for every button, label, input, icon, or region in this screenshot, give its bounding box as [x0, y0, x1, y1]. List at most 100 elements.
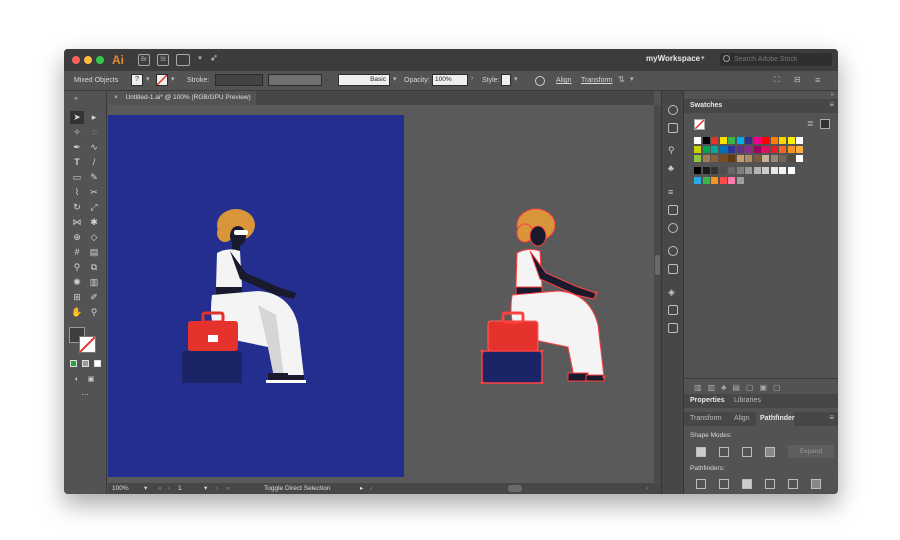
- lasso-tool-icon[interactable]: ◌: [87, 126, 101, 139]
- color-swatch[interactable]: [711, 146, 718, 153]
- color-swatch[interactable]: [711, 177, 718, 184]
- expand-button[interactable]: Expand: [788, 445, 834, 458]
- color-swatch[interactable]: [745, 167, 752, 174]
- swatches-menu-icon[interactable]: ≡: [829, 100, 834, 109]
- gradient-panel-icon[interactable]: [668, 205, 678, 215]
- color-swatch[interactable]: [719, 167, 727, 174]
- properties-tab[interactable]: Properties: [690, 397, 725, 404]
- color-swatch[interactable]: [694, 167, 701, 174]
- usb-links-icon[interactable]: ⚲: [668, 145, 678, 155]
- graphic-styles-icon[interactable]: [668, 264, 678, 274]
- stroke-panel-icon[interactable]: ≡: [668, 187, 678, 197]
- magic-wand-tool-icon[interactable]: ✧: [70, 126, 84, 139]
- first-artboard-icon[interactable]: «: [158, 483, 162, 494]
- layers-icon[interactable]: ◈: [668, 287, 678, 297]
- graphic-style-swatch[interactable]: [501, 74, 511, 86]
- libraries-tab[interactable]: Libraries: [734, 397, 761, 404]
- color-swatch[interactable]: [770, 146, 778, 153]
- color-swatch[interactable]: [787, 155, 795, 162]
- gradient-mode-icon[interactable]: [82, 360, 89, 367]
- color-swatch[interactable]: [719, 146, 727, 153]
- color-swatch[interactable]: [736, 137, 744, 144]
- draw-mode-icon[interactable]: ◐: [70, 373, 84, 386]
- transform-link[interactable]: Transform: [581, 77, 613, 84]
- artboard[interactable]: [108, 115, 404, 477]
- color-swatch[interactable]: [728, 146, 735, 153]
- brush-chevron-icon[interactable]: ▾: [393, 75, 397, 83]
- color-swatch[interactable]: [753, 167, 761, 174]
- color-swatch[interactable]: [736, 146, 744, 153]
- vertical-scrollbar[interactable]: [654, 105, 661, 483]
- swatches-tab[interactable]: Swatches: [690, 102, 722, 109]
- swatch-fill-indicator[interactable]: [694, 119, 705, 130]
- eyedropper-tool-icon[interactable]: ⚲: [70, 261, 84, 274]
- artboard-number-field[interactable]: 1: [178, 483, 182, 494]
- appearance-icon[interactable]: [668, 246, 678, 256]
- workspace-switcher[interactable]: myWorkspace: [646, 54, 700, 63]
- selection-tool-icon[interactable]: ➤: [70, 111, 84, 124]
- crop-icon[interactable]: [765, 479, 775, 489]
- color-swatch[interactable]: [702, 177, 710, 184]
- color-swatch[interactable]: [745, 137, 752, 144]
- color-swatch[interactable]: [787, 167, 795, 174]
- color-swatch[interactable]: [736, 167, 744, 174]
- color-swatch[interactable]: [770, 137, 778, 144]
- shape-builder-tool-icon[interactable]: ⊕: [70, 231, 84, 244]
- artboards-icon[interactable]: [668, 323, 678, 333]
- export-icon[interactable]: [668, 305, 678, 315]
- shaper-tool-icon[interactable]: ⌇: [70, 186, 84, 199]
- color-swatch[interactable]: [711, 137, 718, 144]
- variable-width-profile[interactable]: [268, 74, 322, 86]
- zoom-window-button[interactable]: [96, 56, 104, 64]
- rotate-tool-icon[interactable]: ↻: [70, 201, 84, 214]
- color-swatch[interactable]: [728, 167, 735, 174]
- minus-back-icon[interactable]: [811, 479, 821, 489]
- color-swatch[interactable]: [745, 146, 752, 153]
- color-swatch[interactable]: [787, 146, 795, 153]
- column-graph-tool-icon[interactable]: ▥: [87, 276, 101, 289]
- arrange-chevron-icon[interactable]: ▾: [630, 75, 634, 83]
- stroke-weight-field[interactable]: [215, 74, 263, 86]
- symbols-icon[interactable]: ♣: [668, 163, 678, 173]
- divide-icon[interactable]: [696, 479, 706, 489]
- unite-icon[interactable]: [696, 447, 706, 457]
- stroke-chevron-icon[interactable]: ▾: [171, 75, 175, 83]
- stroke-swatch[interactable]: [79, 336, 96, 353]
- adobe-stock-search[interactable]: Search Adobe Stock: [720, 53, 832, 66]
- align-subtab[interactable]: Align: [734, 415, 750, 422]
- color-swatch[interactable]: [736, 177, 744, 184]
- hand-tool-icon[interactable]: ✋: [70, 306, 84, 319]
- color-swatch[interactable]: [736, 155, 744, 162]
- last-artboard-icon[interactable]: »: [226, 483, 230, 494]
- exclude-icon[interactable]: [765, 447, 775, 457]
- color-swatch[interactable]: [694, 146, 701, 153]
- color-swatch[interactable]: [796, 155, 803, 162]
- recolor-artwork-icon[interactable]: [535, 76, 545, 86]
- opacity-field[interactable]: 100%: [432, 74, 468, 86]
- next-artboard-icon[interactable]: ›: [216, 483, 218, 494]
- none-mode-icon[interactable]: [94, 360, 101, 367]
- color-swatch[interactable]: [787, 137, 795, 144]
- arrange-icon[interactable]: ⇅: [618, 75, 625, 84]
- intersect-icon[interactable]: [742, 447, 752, 457]
- color-swatch[interactable]: [745, 155, 752, 162]
- color-swatch[interactable]: [702, 155, 710, 162]
- bridge-icon[interactable]: Br: [138, 54, 150, 66]
- color-swatch[interactable]: [711, 155, 718, 162]
- collapse-panels-icon[interactable]: »: [831, 92, 834, 98]
- outline-icon[interactable]: [788, 479, 798, 489]
- minimize-window-button[interactable]: [84, 56, 92, 64]
- align-link[interactable]: Align: [556, 77, 572, 84]
- color-swatch[interactable]: [762, 146, 769, 153]
- slice-tool-icon[interactable]: ✐: [87, 291, 101, 304]
- type-tool-icon[interactable]: T: [70, 156, 84, 169]
- line-segment-tool-icon[interactable]: /: [87, 156, 101, 169]
- style-chevron-icon[interactable]: ▾: [514, 75, 518, 83]
- color-swatch[interactable]: [762, 155, 769, 162]
- color-swatch[interactable]: [728, 155, 735, 162]
- color-swatch[interactable]: [694, 137, 701, 144]
- gradient-tool-icon[interactable]: ▤: [87, 246, 101, 259]
- close-tab-icon[interactable]: ×: [114, 94, 118, 101]
- color-swatch[interactable]: [753, 137, 761, 144]
- fill-chevron-icon[interactable]: ▾: [146, 75, 150, 83]
